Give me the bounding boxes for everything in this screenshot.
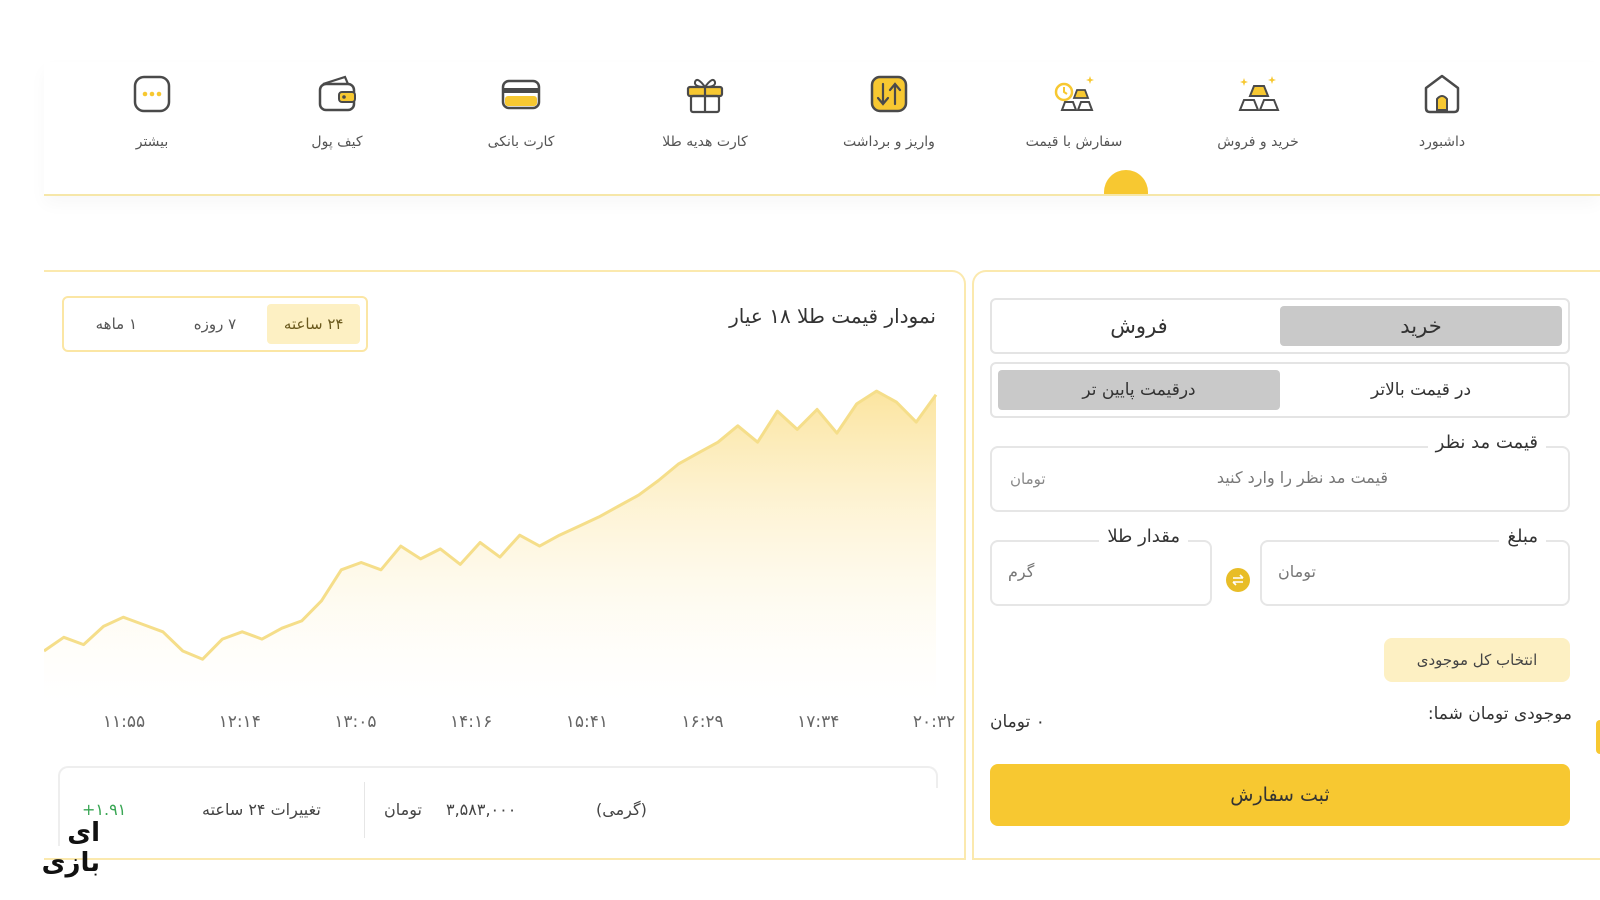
amount-label: مبلغ xyxy=(1499,526,1546,547)
nav-item-wallet[interactable]: کیف پول xyxy=(262,72,412,182)
target-price-unit: تومان xyxy=(1010,470,1046,488)
nav-item-buy-sell[interactable]: خرید و فروش xyxy=(1183,72,1333,182)
price-condition-toggle: درقیمت پایین تر در قیمت بالاتر xyxy=(990,362,1570,418)
nav-item-deposit-withdraw[interactable]: واریز و برداشت xyxy=(814,72,964,182)
stats-overlay xyxy=(652,788,942,848)
gold-bars-icon xyxy=(1238,76,1280,111)
x-axis-labels: ۱۱:۵۵ ۱۲:۱۴ ۱۳:۰۵ ۱۴:۱۶ ۱۵:۴۱ ۱۶:۲۹ ۱۷:۳۴ ۲۰:۳۲ xyxy=(44,712,964,736)
nav-item-bank-card[interactable]: کارت بانکی xyxy=(446,72,596,182)
watermark-text: ای بازی xyxy=(41,818,100,878)
price-unit: تومان xyxy=(384,800,422,819)
balance-label: موجودی تومان شما: xyxy=(1427,704,1572,724)
order-panel: فروش خرید درقیمت پایین تر در قیمت بالاتر… xyxy=(972,270,1600,860)
x-tick-label: ۱۴:۱۶ xyxy=(450,712,493,732)
amount-input[interactable] xyxy=(1278,562,1548,581)
bank-card-icon xyxy=(501,79,541,110)
stats-divider xyxy=(364,782,365,838)
swap-arrows-icon xyxy=(1232,574,1244,586)
nav-item-gift-card[interactable]: کارت هدیه طلا xyxy=(630,72,780,182)
target-price-label: قیمت مد نظر xyxy=(1427,432,1546,453)
gold-amount-label: مقدار طلا xyxy=(1099,526,1188,547)
x-tick-label: ۱۷:۳۴ xyxy=(797,712,840,732)
target-price-field: قیمت مد نظر تومان xyxy=(990,432,1570,512)
buy-tab[interactable]: خرید xyxy=(1280,306,1562,346)
home-icon xyxy=(1424,74,1460,114)
side-indicator xyxy=(1596,720,1600,754)
nav-label: کارت بانکی xyxy=(487,134,555,150)
nav-item-more[interactable]: بیشتر xyxy=(77,72,227,182)
x-tick-label: ۱۶:۲۹ xyxy=(681,712,724,732)
balance-value: ۰ تومان xyxy=(990,712,1045,732)
gold-amount-field: مقدار طلا xyxy=(990,526,1212,606)
target-price-input[interactable] xyxy=(1088,468,1388,487)
x-tick-label: ۱۱:۵۵ xyxy=(102,712,146,732)
nav-label: داشبورد xyxy=(1418,134,1466,150)
range-tabs: ۱ ماهه ۷ روزه ۲۴ ساعته xyxy=(62,296,368,352)
nav-label: واریز و برداشت xyxy=(843,134,935,150)
higher-price-tab[interactable]: در قیمت بالاتر xyxy=(1280,370,1562,410)
chart-title: نمودار قیمت طلا ۱۸ عیار xyxy=(729,304,936,328)
lower-price-tab[interactable]: درقیمت پایین تر xyxy=(998,370,1280,410)
range-tab-1-month[interactable]: ۱ ماهه xyxy=(70,304,163,344)
price-area-chart xyxy=(44,389,938,702)
gold-amount-input[interactable] xyxy=(1008,562,1198,581)
x-tick-label: ۱۳:۰۵ xyxy=(334,712,377,732)
nav-item-price-order[interactable]: سفارش با قیمت xyxy=(999,72,1149,182)
gold-order-icon xyxy=(1054,76,1094,111)
price-area-fill xyxy=(44,391,936,702)
select-all-balance-button[interactable]: انتخاب کل موجودی xyxy=(1384,638,1570,682)
price-chart-panel: نمودار قیمت طلا ۱۸ عیار ۱ ماهه ۷ روزه ۲۴… xyxy=(44,270,966,860)
swap-icon[interactable] xyxy=(1226,568,1250,592)
x-tick-label: ۲۰:۳۲ xyxy=(912,712,956,732)
range-tab-7-day[interactable]: ۷ روزه xyxy=(169,304,262,344)
change-label: تغییرات ۲۴ ساعته xyxy=(202,800,321,819)
nav-label: بیشتر xyxy=(135,134,169,150)
amount-field: مبلغ xyxy=(1260,526,1570,606)
change-value: +۱.۹۱ xyxy=(82,800,127,819)
buy-sell-toggle: فروش خرید xyxy=(990,298,1570,354)
top-navigation: داشبورد خرید و فروش سفارش با قیمت واریز … xyxy=(44,62,1600,196)
nav-item-dashboard[interactable]: داشبورد xyxy=(1367,72,1517,182)
transfer-icon xyxy=(870,75,908,113)
range-tab-24-hour[interactable]: ۲۴ ساعته xyxy=(267,304,361,344)
nav-label: خرید و فروش xyxy=(1217,134,1299,150)
site-logo-watermark: ای بازی xyxy=(30,818,100,878)
more-icon xyxy=(133,75,171,113)
per-gram-label: (گرمی) xyxy=(596,800,647,819)
nav-label: کیف پول xyxy=(311,134,363,150)
nav-label: سفارش با قیمت xyxy=(1025,134,1123,150)
x-tick-label: ۱۲:۱۴ xyxy=(218,712,261,732)
wallet-icon xyxy=(318,75,356,112)
submit-order-button[interactable]: ثبت سفارش xyxy=(990,764,1570,826)
x-tick-label: ۱۵:۴۱ xyxy=(565,712,608,732)
nav-label: کارت هدیه طلا xyxy=(662,134,748,150)
price-value: ۳,۵۸۳,۰۰۰ xyxy=(446,800,517,819)
gift-icon xyxy=(686,78,724,114)
sell-tab[interactable]: فروش xyxy=(998,306,1280,346)
